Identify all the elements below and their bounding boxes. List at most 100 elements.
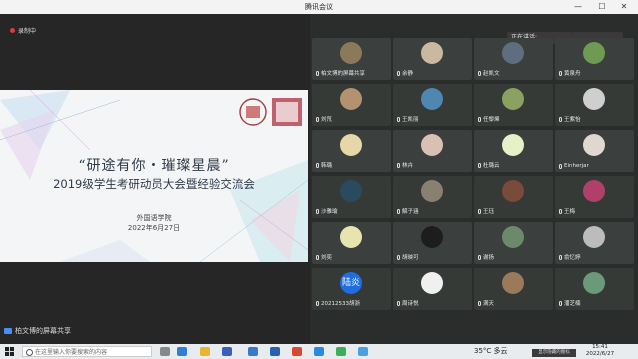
participant-tile[interactable]: 韩璐: [312, 130, 391, 172]
participant-name: 王凯丽: [397, 115, 419, 123]
muted-mic-icon: [397, 116, 400, 122]
participant-avatar: [502, 134, 524, 156]
muted-mic-icon: [559, 300, 562, 306]
participant-avatar: [583, 88, 605, 110]
participant-avatar: [421, 42, 443, 64]
participant-tile[interactable]: 陆炎 20212533胡浙: [312, 268, 391, 310]
file-explorer-icon[interactable]: [200, 347, 210, 356]
participant-avatar: [502, 226, 524, 248]
clock[interactable]: 15:41 2022/6/27: [580, 344, 620, 358]
presentation-slide: “研途有你・璀璨星晨” 2019级学生考研动员大会暨经验交流会 外国语学院 20…: [0, 90, 308, 262]
muted-mic-icon: [397, 208, 400, 214]
participant-avatar: [502, 180, 524, 202]
muted-mic-icon: [397, 300, 400, 306]
participant-tile[interactable]: 黄泉舟: [555, 38, 634, 80]
participant-name: 林卉: [397, 161, 413, 169]
window-title-bar: 腾讯会议 — ☐ ✕: [0, 0, 638, 14]
recording-label: 录制中: [18, 28, 37, 35]
windows-start-icon[interactable]: [5, 347, 14, 356]
screen-share-icon: [316, 70, 319, 76]
powerpoint-icon[interactable]: [292, 347, 302, 356]
muted-mic-icon: [316, 208, 319, 214]
participant-tile[interactable]: 王珏: [474, 176, 553, 218]
participant-name: Einherjar: [559, 163, 589, 169]
search-icon: [26, 349, 33, 356]
maximize-button[interactable]: ☐: [594, 0, 610, 14]
muted-mic-icon: [559, 70, 562, 76]
taskbar: 在这里输入你要搜索的内容 35°C 多云 显示隐藏的图标 15:41 2022/…: [0, 344, 638, 359]
task-view-icon[interactable]: [160, 347, 170, 356]
tencent-meeting-icon[interactable]: [314, 347, 324, 356]
muted-mic-icon: [478, 254, 481, 260]
participant-tile[interactable]: 林卉: [393, 130, 472, 172]
participant-tile[interactable]: 任黎烯: [474, 84, 553, 126]
participant-name: 潘芝楠: [559, 299, 581, 307]
participant-name: 谢扬: [478, 253, 494, 261]
participant-tile[interactable]: 沙雅瑜: [312, 176, 391, 218]
weather-widget[interactable]: 35°C 多云: [474, 345, 508, 358]
participant-tile[interactable]: 刘奕: [312, 222, 391, 264]
participant-tile[interactable]: 周诗悦: [393, 268, 472, 310]
participant-tile[interactable]: 谢扬: [474, 222, 553, 264]
edge-icon[interactable]: [177, 347, 187, 356]
app-icon[interactable]: [248, 347, 258, 356]
muted-mic-icon: [316, 162, 319, 168]
participant-name: 解子涵: [397, 207, 419, 215]
participant-name: 黄泉舟: [559, 69, 581, 77]
muted-mic-icon: [316, 116, 319, 122]
participant-tile[interactable]: Einherjar: [555, 130, 634, 172]
participant-avatar: [340, 226, 362, 248]
participant-avatar: [421, 180, 443, 202]
participant-avatar: [583, 180, 605, 202]
participant-name: 沙雅瑜: [316, 207, 338, 215]
participant-avatar: [340, 180, 362, 202]
participant-name: 杜璐云: [478, 161, 500, 169]
participant-tile[interactable]: 刘氘: [312, 84, 391, 126]
close-button[interactable]: ✕: [616, 0, 632, 14]
participant-name: 王珏: [478, 207, 494, 215]
participant-avatar: [583, 42, 605, 64]
participant-tile[interactable]: 解子涵: [393, 176, 472, 218]
muted-mic-icon: [478, 70, 481, 76]
participant-avatar: [583, 272, 605, 294]
participant-avatar: [340, 42, 362, 64]
participant-name: 20212533胡浙: [316, 299, 360, 307]
participant-name: 刘氘: [316, 115, 332, 123]
minimize-button[interactable]: —: [570, 0, 586, 14]
participant-name: 周诗悦: [397, 299, 419, 307]
muted-mic-icon: [559, 208, 562, 214]
muted-mic-icon: [397, 70, 400, 76]
participant-avatar: [583, 226, 605, 248]
participant-name: 任黎烯: [478, 115, 500, 123]
record-dot-icon: [10, 28, 15, 33]
participant-avatar: [421, 134, 443, 156]
word-icon[interactable]: [270, 347, 280, 356]
taskbar-search-input[interactable]: 在这里输入你要搜索的内容: [22, 346, 152, 357]
participant-avatar: [340, 134, 362, 156]
participant-tile[interactable]: 柏文博的屏幕共享: [312, 38, 391, 80]
participant-tile[interactable]: 潘芝楠: [555, 268, 634, 310]
participant-avatar: 陆炎: [340, 272, 362, 294]
participant-avatar: [583, 134, 605, 156]
participant-avatar: [421, 272, 443, 294]
participant-tile[interactable]: 王紫怡: [555, 84, 634, 126]
store-icon[interactable]: [222, 347, 232, 356]
show-hidden-icons-tooltip[interactable]: 显示隐藏的图标: [532, 349, 576, 357]
participant-tile[interactable]: 王梅: [555, 176, 634, 218]
participant-name: 胡映可: [397, 253, 419, 261]
muted-mic-icon: [559, 116, 562, 122]
screen-share-label: 柏文博的屏幕共享: [4, 326, 71, 336]
qq-icon[interactable]: [358, 347, 368, 356]
participant-tile[interactable]: 赵凯文: [474, 38, 553, 80]
participant-name: 满天: [478, 299, 494, 307]
muted-mic-icon: [478, 208, 481, 214]
participant-tile[interactable]: 杜璐云: [474, 130, 553, 172]
participant-tile[interactable]: 满天: [474, 268, 553, 310]
participant-tile[interactable]: 王凯丽: [393, 84, 472, 126]
participant-name: 余静: [397, 69, 413, 77]
participant-tile[interactable]: 余静: [393, 38, 472, 80]
participant-tile[interactable]: 俞忆婷: [555, 222, 634, 264]
participant-tile[interactable]: 胡映可: [393, 222, 472, 264]
wechat-icon[interactable]: [336, 347, 346, 356]
participant-avatar: [502, 272, 524, 294]
